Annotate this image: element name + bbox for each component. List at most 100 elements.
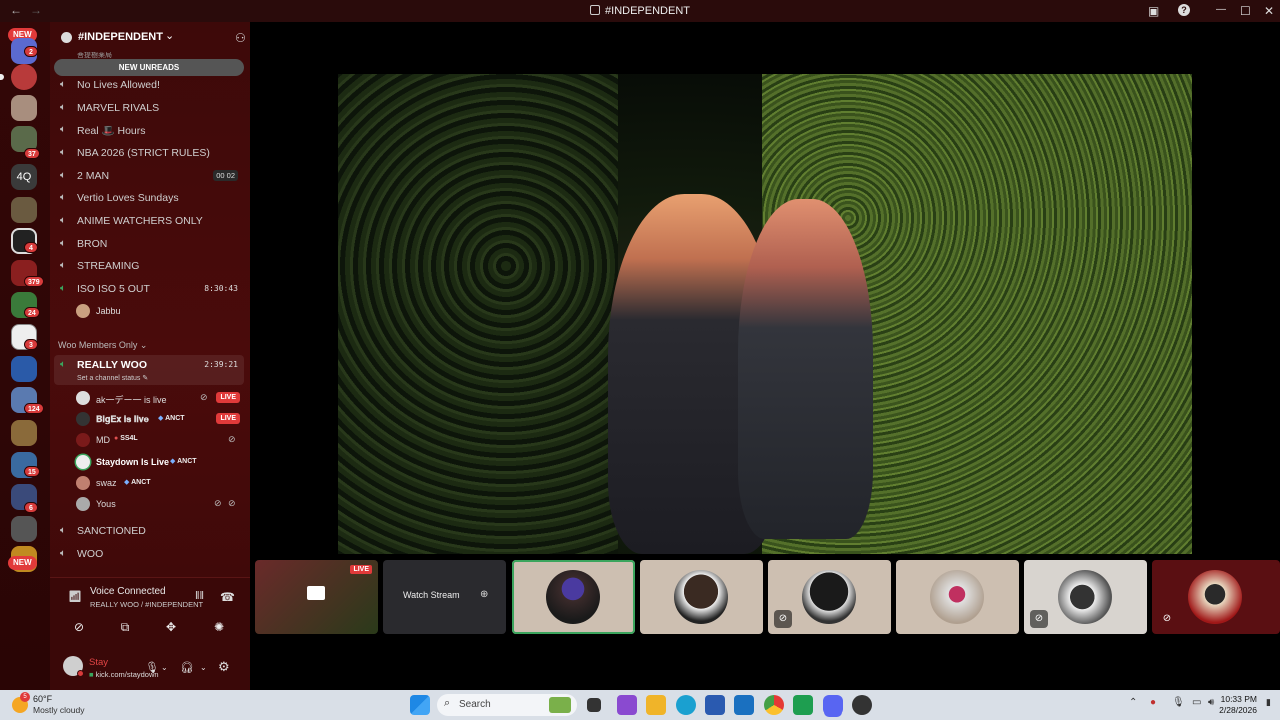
server-4q[interactable]: 4Q [11,164,37,190]
channel-label: 2 MAN [77,170,110,182]
chevron-down-icon[interactable]: ⌄ [161,663,168,672]
server-icon[interactable] [11,420,37,446]
server-icon[interactable] [11,197,37,223]
close-button[interactable]: ✕ [1264,4,1274,18]
channel-status[interactable]: Set a channel status ✎ [77,374,148,382]
channel-2-man[interactable]: 🔈︎ 2 MAN 00 02 [54,166,244,186]
channel-no-lives-allowed[interactable]: 🔈︎ No Lives Allowed! [54,75,244,95]
taskbar-clock[interactable]: 10:33 PM 2/28/2026 [1219,694,1257,716]
disconnect-icon[interactable]: ☎ [220,590,235,604]
user-panel[interactable]: Stay ■ kick.com/staydown 🎙︎ ⌄ 🎧︎ ⌄ ⚙ [50,650,250,690]
chevron-up-icon[interactable]: ⌃ [1129,697,1137,708]
channel-nba-2026[interactable]: 🔈︎ NBA 2026 (STRICT RULES) [54,143,244,163]
participant-tile[interactable] [640,560,763,634]
category-header[interactable]: Woo Members Only ⌄ [58,340,147,351]
inbox-icon[interactable]: ▣ [1148,4,1159,18]
soundboard-button[interactable]: ✺ [200,616,238,638]
connection-signal-icon[interactable]: 📶︎ [68,590,82,603]
server-icon[interactable] [11,516,37,542]
notifications-icon[interactable]: ▮ [1266,697,1271,708]
voice-member[interactable]: Yous ⊘ ⊘ [76,495,246,513]
voice-member[interactable]: 𝐁𝐢𝐠𝐄𝐱 𝐢𝐬 𝐥𝐢𝐯𝐞 ◆ ANCT LIVE [76,410,246,428]
help-icon[interactable]: ? [1178,4,1190,16]
voice-member[interactable]: Jabbu [76,302,246,320]
app-icon[interactable] [852,695,872,715]
discord-icon[interactable] [823,695,843,715]
channel-real-hours[interactable]: 🔈︎ Real 🎩 Hours [54,120,244,140]
kick-icon: ■ [89,670,94,679]
share-screen-button[interactable]: ⧉ [106,616,144,638]
app-icon[interactable] [617,695,637,715]
mic-icon[interactable]: 🎙︎ [145,661,159,674]
clan-tag-text: ANCT [131,479,151,486]
chevron-down-icon[interactable]: ⌄ [200,663,207,672]
stream-tile[interactable]: LIVE [255,560,378,634]
channel-label: Vertio Loves Sundays [77,192,179,204]
mic-icon[interactable]: 🎙︎ [1172,697,1185,708]
clan-tag-text: ANCT [165,415,185,422]
channel-bron[interactable]: 🔈︎ BRON [54,234,244,254]
outlook-icon[interactable] [734,695,754,715]
channel-iso-iso-5-out[interactable]: 🔈︎ ISO ISO 5 OUT 8:30:43 [54,279,244,299]
watch-stream-tile[interactable]: Watch Stream ⊕ [383,560,506,634]
voice-member[interactable]: ak一デー一 is live ⊘ LIVE [76,389,246,407]
settings-gear-icon[interactable]: ⚙ [218,659,230,675]
voice-location[interactable]: REALLY WOO / #INDEPENDENT [90,600,203,609]
participant-tile[interactable]: ⊘ [768,560,891,634]
edge-icon[interactable] [676,695,696,715]
channel-vertio-loves-sundays[interactable]: 🔈︎ Vertio Loves Sundays [54,188,244,208]
participant-tile[interactable] [512,560,635,634]
stream-video[interactable] [338,74,1192,554]
weather-temp[interactable]: 60°F [33,694,52,704]
server-icon[interactable] [11,95,37,121]
store-icon[interactable] [705,695,725,715]
chrome-icon[interactable] [764,695,784,715]
taskbar-search[interactable]: ⌕ Search [437,694,577,716]
volume-icon[interactable]: 🔊︎ [1208,697,1214,708]
app-icon[interactable] [793,695,813,715]
weather-desc[interactable]: Mostly cloudy [33,705,85,715]
noise-suppression-icon[interactable]: ‖‖ [195,590,204,602]
channel-woo[interactable]: 🔈︎ WOO [54,544,244,564]
activities-button[interactable]: ✥ [152,616,190,638]
headphones-icon[interactable]: 🎧︎ [180,661,194,674]
network-icon[interactable]: ▭ [1192,697,1201,708]
server-header[interactable]: #INDEPENDENT ⌄ ⚇ [58,29,248,47]
participant-tile[interactable]: ⊘ [1024,560,1147,634]
voice-member[interactable]: swaz ◆ ANCT [76,474,246,492]
file-explorer-icon[interactable] [646,695,666,715]
server-icon[interactable] [11,356,37,382]
mention-count: 124 [24,403,44,414]
invite-people-icon[interactable]: ⚇ [235,31,246,45]
avatar [76,391,90,405]
voice-member[interactable]: Staydown Is Live ◆ ANCT [76,453,246,471]
clan-icon: ◆ [158,415,164,422]
maximize-button[interactable]: ☐ [1240,4,1251,18]
tray-app-icon[interactable]: ● [1150,697,1156,708]
voice-member[interactable]: MD ● SS4L ⊘ [76,431,246,449]
channel-label: Real 🎩 Hours [77,125,146,137]
channel-anime-watchers-only[interactable]: 🔈︎ ANIME WATCHERS ONLY [54,211,244,231]
channel-sanctioned[interactable]: 🔈︎ SANCTIONED [54,521,244,541]
unread-dot [0,74,4,80]
live-badge: LIVE [216,413,240,424]
minimize-button[interactable]: — [1216,4,1226,15]
clan-tag: ◆ ANCT [158,414,185,422]
channel-label: ANIME WATCHERS ONLY [77,215,203,227]
channel-sidebar: #INDEPENDENT ⌄ ⚇ 菩提樹薬局 NEW UNREADS 🔈︎ No … [50,22,250,690]
search-icon: ⌕ [444,697,451,709]
participant-tile[interactable]: ⊘ [1152,560,1280,634]
new-unreads-bar[interactable]: NEW UNREADS [54,59,244,76]
speaker-icon: 🔈︎ [60,215,66,226]
channel-really-woo[interactable]: 🔈︎ REALLY WOO 2:39:21 Set a channel stat… [54,355,244,385]
channel-marvel-rivals[interactable]: 🔈︎ MARVEL RIVALS [54,98,244,118]
mention-count: 379 [24,276,44,287]
participant-tile[interactable] [896,560,1019,634]
server-icon[interactable] [11,64,37,90]
screen-share-icon [307,586,325,600]
camera-off-button[interactable]: ⊘ [60,616,98,638]
mention-count: 15 [24,466,40,477]
start-icon[interactable] [410,695,430,715]
task-view-icon[interactable] [587,698,601,712]
channel-streaming[interactable]: 🔈︎ STREAMING [54,256,244,276]
